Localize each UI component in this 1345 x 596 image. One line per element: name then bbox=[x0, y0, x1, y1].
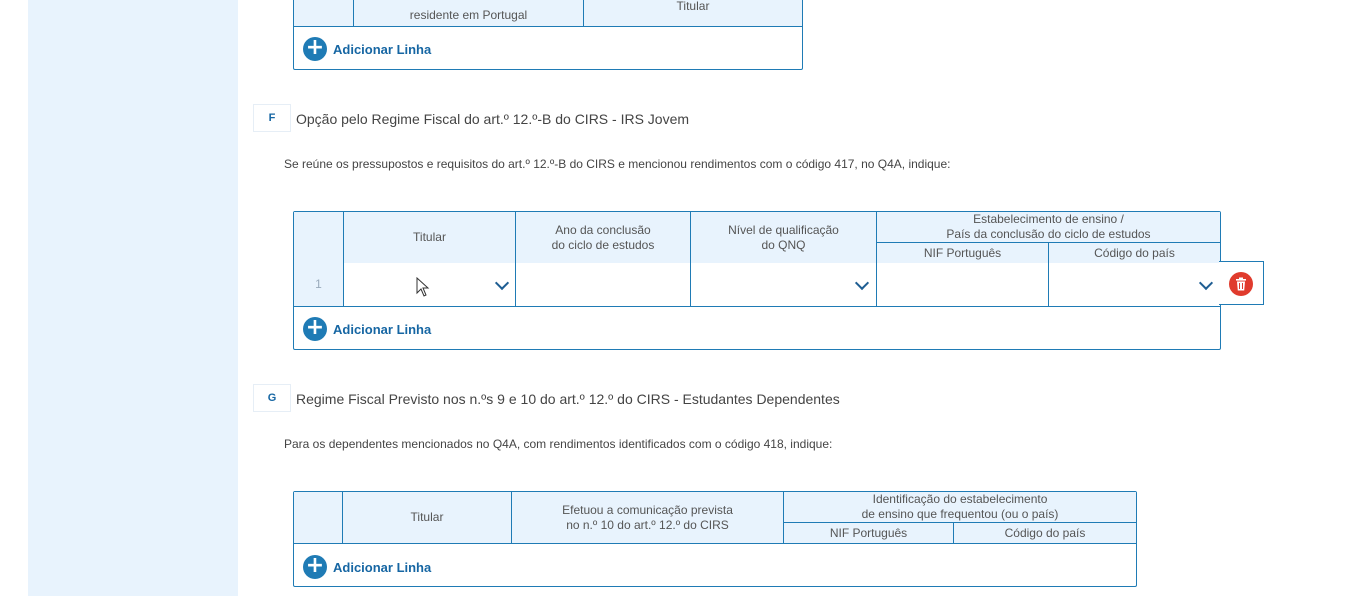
section-f-header-estabelecimento: Estabelecimento de ensino / País da conc… bbox=[876, 212, 1220, 242]
section-f-codigo-select[interactable] bbox=[1048, 263, 1220, 306]
chevron-down-icon bbox=[494, 275, 510, 291]
section-e-num-header bbox=[294, 0, 353, 26]
section-g-letter: G bbox=[253, 384, 291, 412]
section-f-title: Opção pelo Regime Fiscal do art.º 12.º-B… bbox=[296, 111, 690, 127]
section-e-add-row-button[interactable]: + Adicionar Linha bbox=[303, 37, 431, 61]
section-f-header-nif: NIF Português bbox=[876, 242, 1048, 263]
section-f-letter: F bbox=[253, 104, 291, 132]
section-g-title: Regime Fiscal Previsto nos n.ºs 9 e 10 d… bbox=[296, 391, 840, 407]
add-row-label: Adicionar Linha bbox=[333, 41, 432, 57]
section-g-table: Titular Efetuou a comunicação prevista n… bbox=[293, 491, 1137, 587]
plus-circle-icon: + bbox=[303, 317, 327, 341]
plus-circle-icon: + bbox=[303, 555, 327, 579]
section-f-footer bbox=[294, 306, 1220, 349]
section-g-add-row-button[interactable]: + Adicionar Linha bbox=[303, 555, 431, 579]
chevron-down-icon bbox=[854, 275, 870, 291]
section-g-header-efetuou: Efetuou a comunicação prevista no n.º 10… bbox=[511, 492, 783, 543]
section-g-header-nif: NIF Português bbox=[783, 522, 953, 543]
section-e-table: residente em Portugal Titular + Adiciona… bbox=[293, 0, 803, 70]
section-f-note: Se reúne os pressupostos e requisitos do… bbox=[284, 157, 951, 171]
add-row-label: Adicionar Linha bbox=[333, 559, 432, 575]
section-f-titular-select[interactable] bbox=[343, 263, 515, 306]
section-g-header-identificacao: Identificação do estabelecimento de ensi… bbox=[783, 492, 1136, 522]
section-g-header-codigo: Código do país bbox=[953, 522, 1136, 543]
section-e-header-residente: residente em Portugal bbox=[353, 0, 583, 26]
section-g-header-titular: Titular bbox=[342, 492, 511, 543]
section-f-header-codigo: Código do país bbox=[1048, 242, 1220, 263]
section-f-nivel-select[interactable] bbox=[690, 263, 876, 306]
mouse-pointer-icon bbox=[416, 277, 430, 297]
section-f-nif-input[interactable] bbox=[876, 263, 1048, 306]
section-f-header-titular: Titular bbox=[343, 212, 515, 263]
section-f-header-ano: Ano da conclusão do ciclo de estudos bbox=[515, 212, 690, 263]
section-f-add-row-button[interactable]: + Adicionar Linha bbox=[303, 317, 431, 341]
left-sidebar bbox=[28, 0, 238, 596]
section-e-header-titular: Titular bbox=[583, 0, 802, 26]
trash-icon bbox=[1229, 272, 1253, 296]
section-f-delete-row-button[interactable] bbox=[1219, 261, 1264, 305]
section-f-ano-input[interactable] bbox=[515, 263, 690, 306]
section-f-header-nivel: Nível de qualificação do QNQ bbox=[690, 212, 876, 263]
plus-circle-icon: + bbox=[303, 37, 327, 61]
section-f-row-number: 1 bbox=[315, 277, 322, 291]
add-row-label: Adicionar Linha bbox=[333, 321, 432, 337]
section-e-header-row: residente em Portugal Titular bbox=[294, 0, 802, 26]
chevron-down-icon bbox=[1198, 275, 1214, 291]
section-g-note: Para os dependentes mencionados no Q4A, … bbox=[284, 437, 833, 451]
section-f-table: Titular Ano da conclusão do ciclo de est… bbox=[293, 211, 1221, 350]
